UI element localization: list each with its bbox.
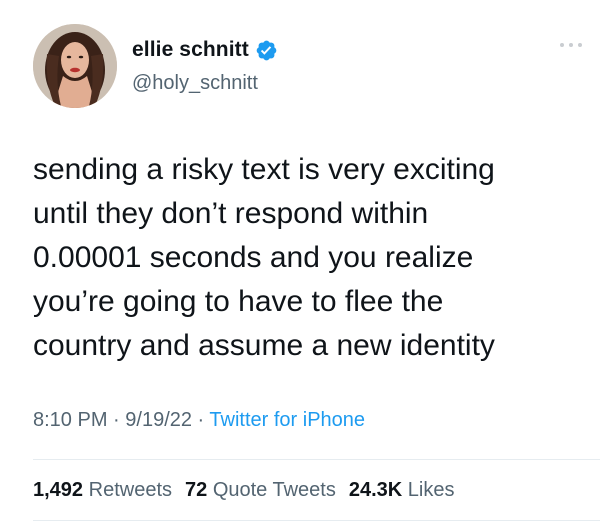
tweet-date[interactable]: 9/19/22 <box>125 409 192 431</box>
quote-tweets-label: Quote Tweets <box>212 479 336 501</box>
avatar[interactable] <box>33 24 117 108</box>
retweets-count: 1,492 <box>33 479 84 501</box>
dot <box>560 43 564 47</box>
avatar-photo <box>33 24 117 108</box>
quote-tweets-count: 72 <box>185 479 208 501</box>
dot <box>569 43 573 47</box>
tweet-text-line: you’re going to have to flee the <box>33 285 444 318</box>
author-handle[interactable]: @holy_schnitt <box>132 72 258 95</box>
retweets-label: Retweets <box>88 479 172 501</box>
retweets-stat[interactable]: 1,492 Retweets <box>33 479 172 502</box>
tweet-stats: 1,492 Retweets 72 Quote Tweets 24.3K Lik… <box>33 479 455 502</box>
author-name-row[interactable]: ellie schnitt <box>132 38 278 62</box>
tweet-card: ellie schnitt @holy_schnitt sending a ri… <box>0 0 600 527</box>
dot <box>578 43 582 47</box>
quote-tweets-stat[interactable]: 72 Quote Tweets <box>185 479 336 502</box>
tweet-text-line: sending a risky text is very exciting <box>33 153 495 186</box>
divider <box>33 520 600 521</box>
meta-separator: · <box>107 409 126 431</box>
verified-badge-icon <box>255 39 278 62</box>
likes-stat[interactable]: 24.3K Likes <box>349 479 455 502</box>
more-dots-icon[interactable] <box>560 40 582 50</box>
meta-separator: · <box>192 409 210 431</box>
likes-count: 24.3K <box>348 479 403 501</box>
author-display-name[interactable]: ellie schnitt <box>132 38 249 62</box>
tweet-text-line: country and assume a new identity <box>33 329 495 362</box>
tweet-meta: 8:10 PM · 9/19/22 · Twitter for iPhone <box>33 409 365 432</box>
divider <box>33 459 600 460</box>
likes-label: Likes <box>407 479 455 501</box>
tweet-text-line: until they don’t respond within <box>33 197 429 230</box>
tweet-time[interactable]: 8:10 PM <box>33 409 107 431</box>
tweet-source-link[interactable]: Twitter for iPhone <box>209 409 365 431</box>
tweet-text: sending a risky text is very exciting un… <box>33 148 578 368</box>
tweet-text-line: 0.00001 seconds and you realize <box>33 241 474 274</box>
